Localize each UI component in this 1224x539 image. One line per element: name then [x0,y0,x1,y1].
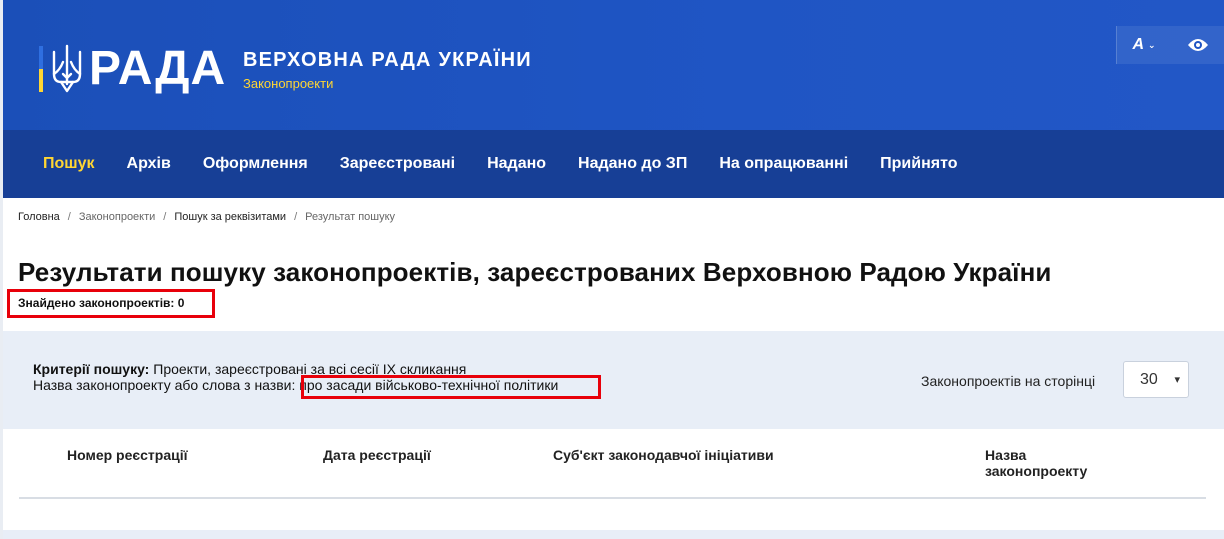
footer-strip [3,530,1224,539]
column-header-bill-title[interactable]: Назва законопроекту [985,447,1105,479]
org-title: ВЕРХОВНА РАДА УКРАЇНИ [243,49,532,71]
breadcrumb-separator: / [67,211,71,223]
trident-icon [52,44,82,93]
site-header: РАДА ВЕРХОВНА РАДА УКРАЇНИ Законопроекти… [3,0,1224,130]
criteria-title-label: Назва законопроекту або слова з назви: [33,377,296,393]
breadcrumb-home[interactable]: Головна [18,211,60,223]
per-page-select[interactable]: 30 ▾ [1123,361,1189,398]
nav-item-adopted[interactable]: Прийнято [864,155,973,173]
nav-item-submitted[interactable]: Надано [471,155,562,173]
breadcrumb: Головна / Законопроекти / Пошук за рекві… [18,211,395,223]
page-title: Результати пошуку законопроектів, зареєс… [18,257,1052,287]
per-page-label: Законопроектів на сторінці [921,373,1096,389]
nav-item-registered[interactable]: Зареєстровані [324,155,471,173]
nav-item-search[interactable]: Пошук [27,155,111,173]
breadcrumb-search[interactable]: Пошук за реквізитами [174,211,286,223]
nav-item-submitted-zp[interactable]: Надано до ЗП [562,155,703,173]
org-block: ВЕРХОВНА РАДА УКРАЇНИ Законопроекти [243,49,532,91]
font-size-button[interactable]: A ⌄ [1132,36,1155,54]
criteria-label: Критерії пошуку: [33,361,150,377]
column-header-reg-number[interactable]: Номер реєстрації [67,447,188,463]
breadcrumb-separator: / [163,211,167,223]
chevron-down-icon: ⌄ [1148,39,1156,50]
accessibility-tools: A ⌄ [1116,26,1224,64]
main-nav: Пошук Архів Оформлення Зареєстровані Над… [3,130,1224,198]
column-header-initiator[interactable]: Суб'єкт законодавчої ініціативи [553,447,774,463]
org-subtitle[interactable]: Законопроекти [243,76,532,91]
site-logo[interactable]: РАДА [39,44,226,94]
breadcrumb-bills[interactable]: Законопроекти [79,211,155,223]
nav-item-in-review[interactable]: На опрацюванні [703,155,864,173]
column-header-reg-date[interactable]: Дата реєстрації [323,447,431,463]
flag-bar [39,46,43,92]
eye-icon[interactable] [1187,37,1209,53]
chevron-down-icon: ▾ [1174,374,1180,386]
nav-item-processing[interactable]: Оформлення [187,155,324,173]
page: РАДА ВЕРХОВНА РАДА УКРАЇНИ Законопроекти… [3,0,1224,539]
highlight-box-count [7,289,215,318]
breadcrumb-current: Результат пошуку [305,211,396,223]
highlight-box-criteria [301,375,601,399]
results-table-header: Номер реєстрації Дата реєстрації Суб'єкт… [19,429,1206,499]
logo-wordmark: РАДА [89,42,227,95]
breadcrumb-separator: / [294,211,298,223]
font-size-label: A [1132,36,1145,53]
search-criteria-panel: Критерії пошуку: Проекти, зареєстровані … [3,331,1224,429]
per-page-value: 30 [1140,370,1158,388]
nav-item-archive[interactable]: Архів [111,155,187,173]
